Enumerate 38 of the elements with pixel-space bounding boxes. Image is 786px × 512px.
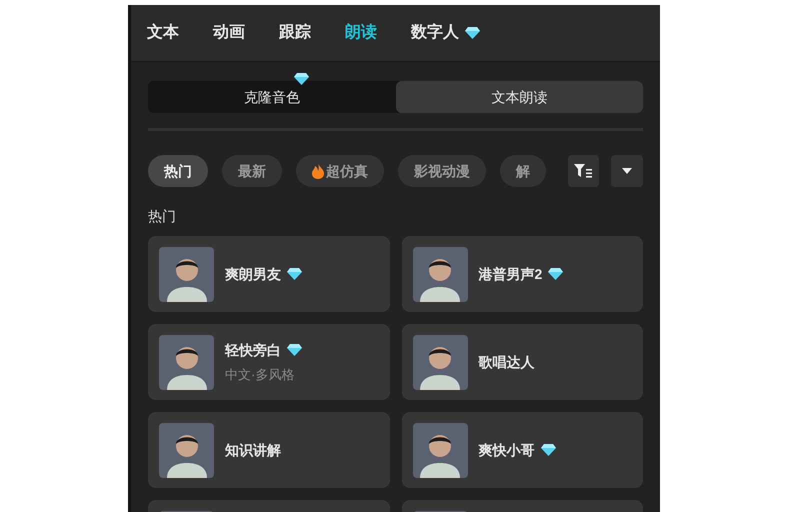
dropdown-button[interactable]: [611, 155, 644, 187]
filter-icon: [574, 164, 592, 178]
tab[interactable]: 数字人: [411, 21, 480, 45]
voice-subtitle: 中文·多风格: [225, 366, 296, 384]
voice-card[interactable]: 港普男声2: [402, 236, 643, 312]
avatar-placeholder: [159, 422, 214, 478]
voice-name: 轻快旁白: [225, 340, 281, 360]
tab[interactable]: 跟踪: [279, 21, 311, 45]
category-chip[interactable]: 影视动漫: [398, 155, 486, 187]
voice-card[interactable]: 爽快小哥: [402, 412, 643, 488]
filter-button[interactable]: [568, 155, 600, 187]
voice-card[interactable]: 轻快旁白 中文·多风格: [148, 324, 390, 400]
flame-icon: [312, 163, 324, 179]
voice-name: 港普男声2: [478, 264, 542, 284]
segment-tab[interactable]: 文本朗读: [396, 81, 643, 113]
category-chip[interactable]: 超仿真: [296, 155, 384, 187]
category-chip[interactable]: 解: [500, 155, 546, 187]
avatar-placeholder: [412, 246, 468, 302]
tab[interactable]: 动画: [213, 21, 245, 45]
voice-name: 歌唱达人: [478, 352, 534, 372]
diamond-icon: [465, 27, 480, 39]
avatar-placeholder: [159, 334, 214, 390]
tab[interactable]: 朗读: [345, 21, 377, 45]
voice-name: 爽快小哥: [478, 440, 534, 460]
diamond-icon: [294, 73, 309, 85]
category-chip[interactable]: 热门: [148, 155, 208, 187]
avatar-placeholder: [159, 246, 214, 302]
voice-name: 知识讲解: [225, 440, 281, 460]
avatar-placeholder: [412, 334, 468, 390]
avatar-placeholder: [412, 422, 468, 478]
voice-card[interactable]: 知识讲解: [148, 412, 390, 488]
caret-icon: [622, 168, 632, 174]
voice-card[interactable]: 爽朗男友: [148, 236, 390, 312]
category-chip[interactable]: 最新: [222, 155, 282, 187]
voice-card[interactable]: 歌唱达人: [402, 324, 643, 400]
section-title: 热门: [148, 207, 177, 225]
voice-name: 爽朗男友: [225, 264, 281, 284]
tab[interactable]: 文本: [147, 21, 179, 45]
